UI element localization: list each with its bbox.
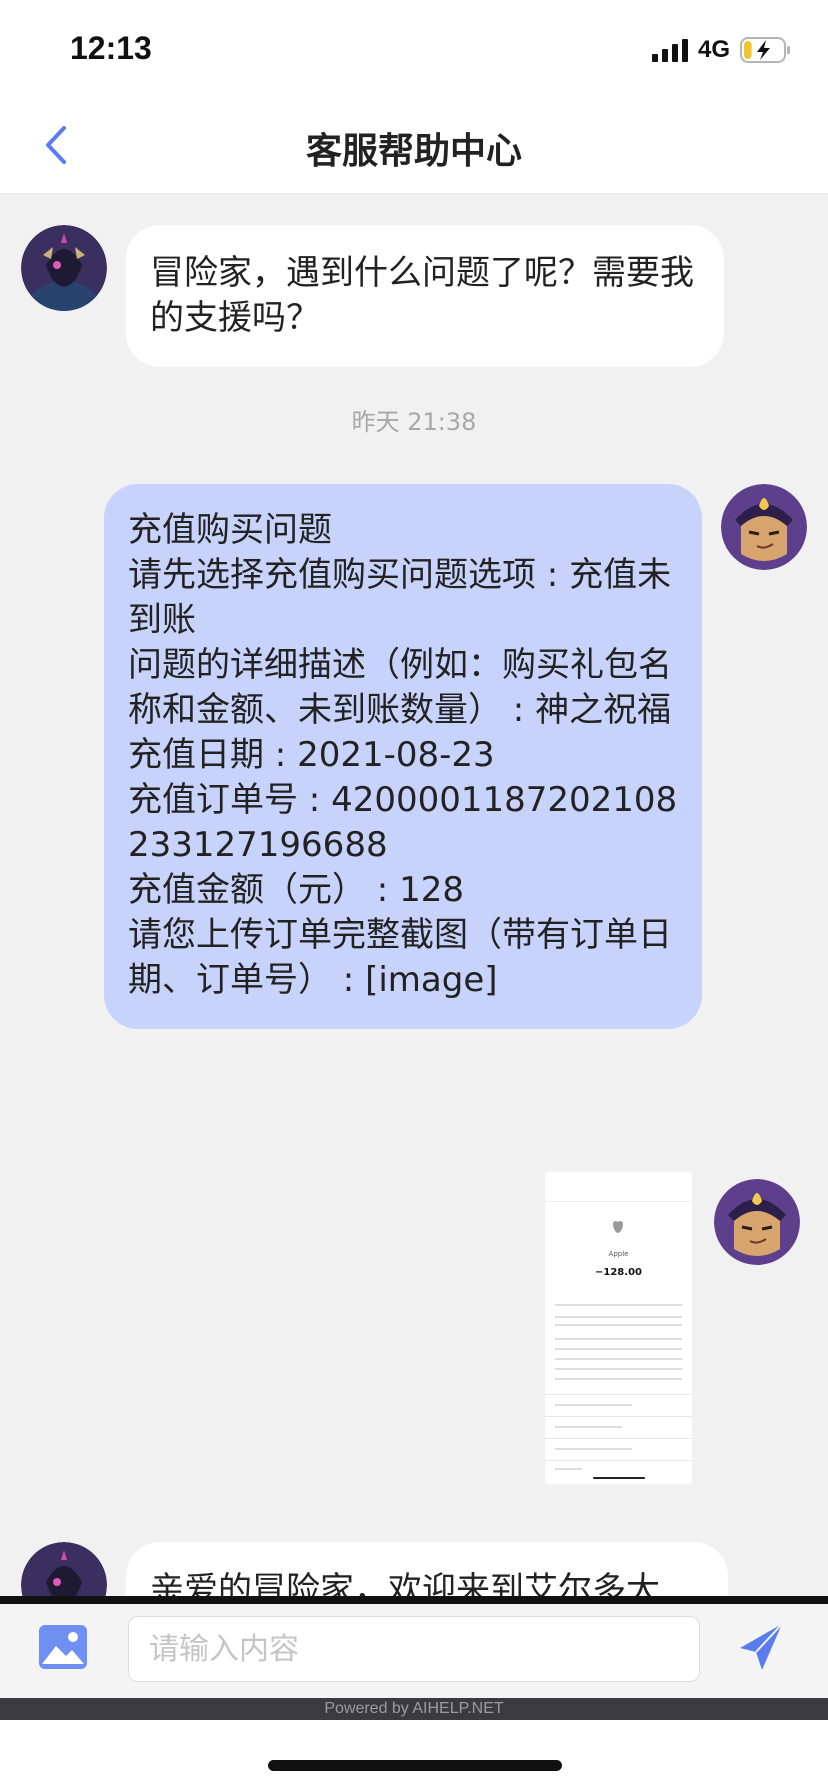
send-icon[interactable]	[736, 1620, 786, 1674]
agent-avatar	[21, 1542, 107, 1596]
form-line: 请您上传订单完整截图（带有订单日期、订单号） : [image]	[128, 915, 672, 1000]
form-line: 请先选择充值购买问题选项 : 充值未到账	[128, 555, 672, 640]
message-input-bar	[0, 1596, 828, 1698]
page-title: 客服帮助中心	[305, 131, 522, 172]
user-avatar	[714, 1179, 800, 1265]
status-bar: 12:13 4G	[0, 0, 828, 100]
signal-icon	[651, 38, 688, 62]
receipt-amount: −128.00	[595, 1267, 642, 1278]
powered-by-footer: Powered by AIHELP.NET	[0, 1698, 828, 1720]
form-line: 充值金额（元） : 128	[128, 870, 464, 910]
receipt-merchant: Apple	[608, 1250, 629, 1258]
receipt-header	[545, 1172, 692, 1202]
network-type: 4G	[697, 36, 730, 63]
form-line: 充值订单号 : 4200001187202108233127196688	[128, 780, 678, 865]
apple-icon	[613, 1220, 623, 1233]
user-avatar	[721, 484, 807, 570]
message-input[interactable]	[128, 1616, 700, 1682]
user-message-form: 充值购买问题 请先选择充值购买问题选项 : 充值未到账 问题的详细描述（例如：购…	[104, 484, 702, 1029]
uploaded-receipt-image[interactable]: Apple −128.00	[545, 1172, 692, 1484]
agent-avatar	[21, 225, 107, 311]
chat-area[interactable]: 冒险家，遇到什么问题了呢？需要我的支援吗？ 昨天 21:38 充值购买问题 请先…	[0, 194, 828, 1596]
nav-header: 客服帮助中心	[0, 100, 828, 194]
status-indicators: 4G	[651, 36, 792, 64]
message-timestamp: 昨天 21:38	[351, 408, 477, 436]
agent-message-welcome: 亲爱的冒险家，欢迎来到艾尔多大	[126, 1542, 728, 1596]
form-line: 充值日期 : 2021-08-23	[128, 735, 495, 775]
battery-icon	[740, 37, 790, 63]
status-time: 12:13	[70, 30, 152, 66]
home-indicator[interactable]	[268, 1760, 562, 1771]
form-line: 充值购买问题	[128, 510, 332, 550]
agent-message-greeting: 冒险家，遇到什么问题了呢？需要我的支援吗？	[126, 225, 724, 367]
form-line: 问题的详细描述（例如：购买礼包名称和金额、未到账数量） : 神之祝福	[128, 645, 672, 730]
image-upload-icon[interactable]	[38, 1624, 88, 1670]
